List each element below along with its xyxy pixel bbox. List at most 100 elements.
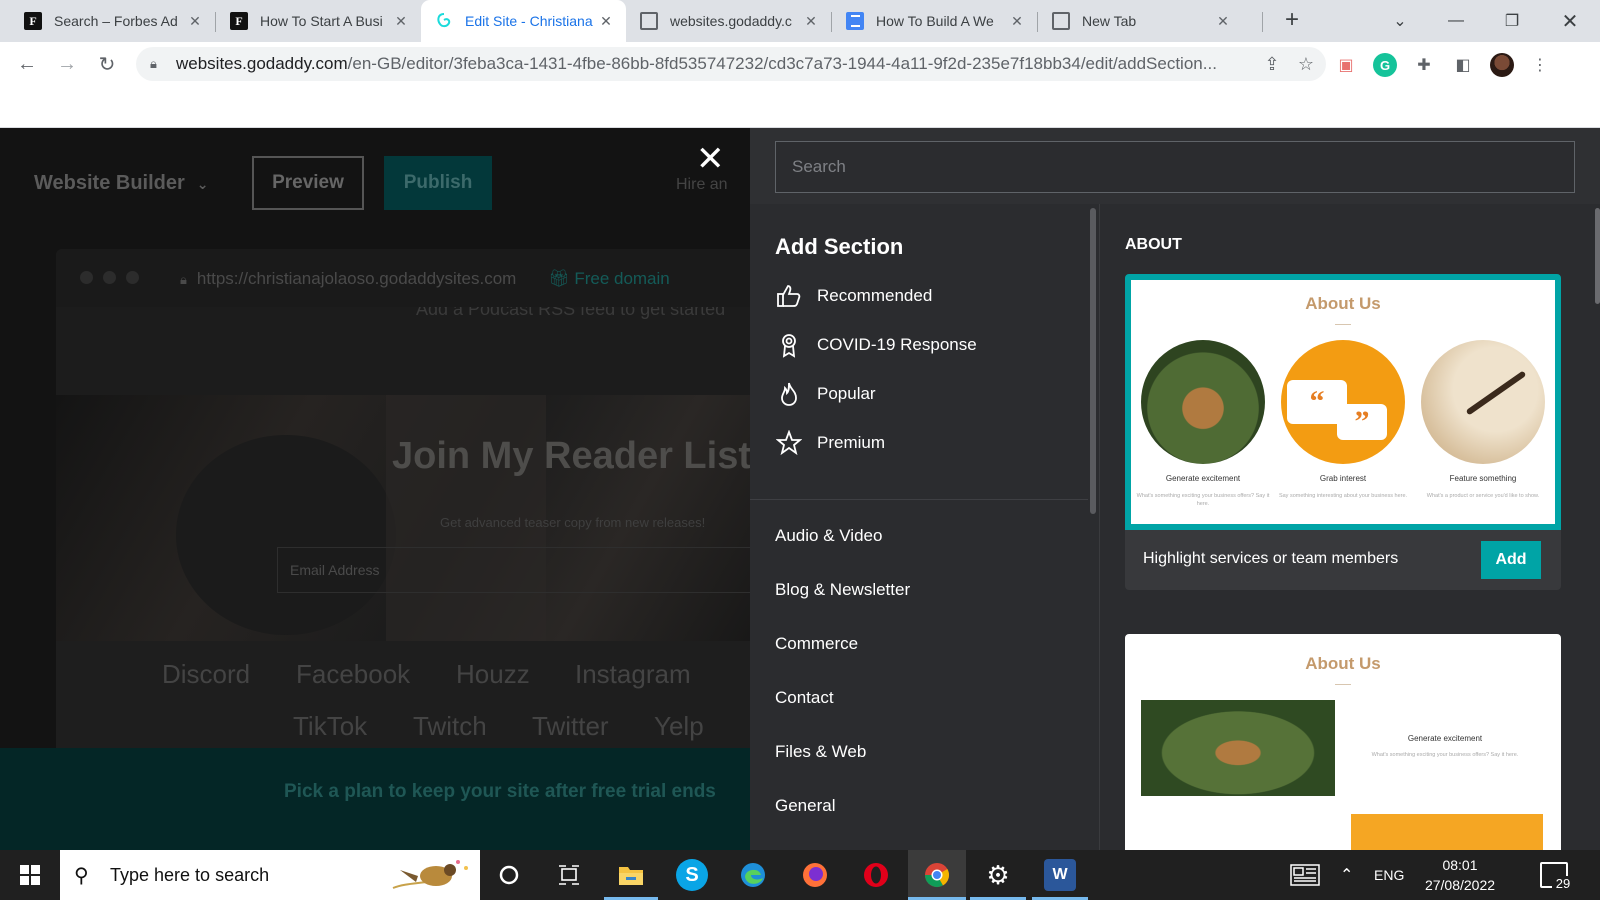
social-link[interactable]: Twitter xyxy=(532,711,609,742)
category-scrollbar[interactable] xyxy=(1090,208,1096,514)
website-builder-menu[interactable]: Website Builder ⌄ xyxy=(34,172,209,195)
reload-icon[interactable]: ↻ xyxy=(93,50,121,78)
card-footer: Highlight services or team members Add xyxy=(1125,530,1561,590)
clock[interactable]: 08:01 27/08/2022 xyxy=(1410,855,1510,895)
close-window-icon[interactable]: ✕ xyxy=(1542,0,1598,42)
close-icon[interactable]: ✕ xyxy=(696,142,725,176)
item-desc: What's something exciting your business … xyxy=(1371,752,1519,758)
edge-icon[interactable] xyxy=(737,859,769,891)
social-link[interactable]: Facebook xyxy=(296,659,410,690)
tab-edit-site[interactable]: Edit Site - Christiana ✕ xyxy=(421,0,626,42)
search-highlight-bird-icon xyxy=(392,860,468,889)
category-commerce[interactable]: Commerce xyxy=(775,629,858,659)
category-files-web[interactable]: Files & Web xyxy=(775,737,866,767)
tab-godaddy-websites[interactable]: websites.godaddy.c ✕ xyxy=(626,0,831,42)
address-bar[interactable]: 🔒︎ websites.godaddy.com/en-GB/editor/3fe… xyxy=(136,47,1326,81)
item-label: Generate excitement xyxy=(1407,734,1483,743)
search-input[interactable]: Search xyxy=(775,141,1575,193)
thumbs-up-icon xyxy=(775,282,803,310)
about-template-card-2[interactable]: About Us Generate excitement What's some… xyxy=(1125,634,1561,850)
language-indicator[interactable]: ENG xyxy=(1374,850,1404,900)
new-tab-plus-icon[interactable]: + xyxy=(1280,8,1304,33)
extension-icon[interactable]: ▣ xyxy=(1334,53,1358,77)
category-covid[interactable]: COVID-19 Response xyxy=(775,330,977,360)
firefox-icon[interactable] xyxy=(799,859,831,891)
preview-button[interactable]: Preview xyxy=(252,156,364,210)
social-link[interactable]: Discord xyxy=(162,659,250,690)
tab-title: websites.godaddy.c xyxy=(670,13,792,29)
close-tab-icon[interactable]: ✕ xyxy=(391,11,411,31)
category-general[interactable]: General xyxy=(775,791,835,821)
back-arrow-icon[interactable]: ← xyxy=(13,50,41,78)
tab-search-chevron-icon[interactable]: ⌄ xyxy=(1372,0,1428,42)
orange-image-block xyxy=(1351,814,1543,850)
skype-icon[interactable]: S xyxy=(676,859,708,891)
grammarly-icon[interactable]: G xyxy=(1373,53,1397,77)
social-link[interactable]: TikTok xyxy=(293,711,367,742)
close-tab-icon[interactable]: ✕ xyxy=(596,11,616,31)
share-icon[interactable]: ⇪ xyxy=(1258,54,1286,75)
category-contact[interactable]: Contact xyxy=(775,683,834,713)
about-template-card[interactable]: About Us “ ” Generate excitement Grab in… xyxy=(1125,274,1561,530)
restore-icon[interactable]: ❐ xyxy=(1484,0,1540,42)
url-text[interactable]: websites.godaddy.com/en-GB/editor/3feba3… xyxy=(176,54,1258,74)
close-tab-icon[interactable]: ✕ xyxy=(185,11,205,31)
opera-icon[interactable] xyxy=(860,859,892,891)
free-domain-link[interactable]: 🎁︎ Free domain xyxy=(548,269,670,289)
star-icon xyxy=(775,429,803,457)
tab-forbes-article[interactable]: F How To Start A Busi ✕ xyxy=(216,0,421,42)
close-tab-icon[interactable]: ✕ xyxy=(1213,11,1233,31)
ribbon-icon xyxy=(775,331,803,359)
close-tab-icon[interactable]: ✕ xyxy=(1007,11,1027,31)
category-recommended[interactable]: Recommended xyxy=(775,281,932,311)
social-link[interactable]: Houzz xyxy=(456,659,530,690)
publish-button[interactable]: Publish xyxy=(384,156,492,210)
taskbar-search[interactable]: ⚲ Type here to search xyxy=(60,850,480,900)
search-icon: ⚲ xyxy=(74,864,89,887)
file-explorer-icon[interactable] xyxy=(615,859,647,891)
card-title: About Us xyxy=(1305,654,1381,673)
task-view-icon[interactable] xyxy=(553,859,585,891)
cortana-circle-icon[interactable] xyxy=(493,859,525,891)
tab-new-tab[interactable]: New Tab ✕ xyxy=(1038,0,1243,42)
tab-forbes-search[interactable]: F Search – Forbes Ad ✕ xyxy=(10,0,215,42)
profile-avatar[interactable] xyxy=(1490,53,1514,77)
trial-banner-text[interactable]: Pick a plan to keep your site after free… xyxy=(284,781,716,803)
word-icon[interactable]: W xyxy=(1044,859,1076,891)
email-field[interactable]: Email Address xyxy=(277,547,750,593)
search-placeholder: Type here to search xyxy=(110,864,270,885)
settings-gear-icon[interactable]: ⚙ xyxy=(982,859,1014,891)
url-host: websites.godaddy.com xyxy=(176,54,348,73)
more-menu-icon[interactable]: ⋮ xyxy=(1528,53,1552,77)
puzzle-extensions-icon[interactable]: ✚ xyxy=(1412,53,1436,77)
social-link[interactable]: Instagram xyxy=(575,659,691,690)
category-premium[interactable]: Premium xyxy=(775,428,885,458)
tab-title: Search – Forbes Ad xyxy=(54,13,178,29)
item-label: Feature something xyxy=(1449,474,1517,483)
title-rule xyxy=(1335,324,1351,325)
tab-title: Edit Site - Christiana xyxy=(465,13,593,29)
add-section-button[interactable]: Add xyxy=(1481,541,1541,579)
close-tab-icon[interactable]: ✕ xyxy=(801,11,821,31)
preview-scrollbar[interactable] xyxy=(1595,208,1600,304)
bookmark-star-icon[interactable]: ☆ xyxy=(1292,54,1320,75)
windows-start-icon[interactable] xyxy=(20,865,40,885)
category-popular[interactable]: Popular xyxy=(775,379,876,409)
forward-arrow-icon[interactable]: → xyxy=(53,50,81,78)
category-blog-newsletter[interactable]: Blog & Newsletter xyxy=(775,575,910,605)
category-audio-video[interactable]: Audio & Video xyxy=(775,521,882,551)
side-panel-icon[interactable]: ◧ xyxy=(1451,53,1475,77)
category-list: Add Section Recommended COVID-19 Respons… xyxy=(750,204,1100,850)
minimize-icon[interactable]: — xyxy=(1428,0,1484,42)
hire-link[interactable]: Hire an xyxy=(676,176,728,194)
news-widget-icon[interactable] xyxy=(1290,850,1320,900)
browser-toolbar: ← → ↻ 🔒︎ websites.godaddy.com/en-GB/edit… xyxy=(0,42,1600,86)
social-link[interactable]: Yelp xyxy=(654,711,704,742)
tray-chevron-up-icon[interactable]: ⌃ xyxy=(1340,850,1353,900)
free-domain-text: Free domain xyxy=(574,269,670,288)
tab-strip: F Search – Forbes Ad ✕ F How To Start A … xyxy=(0,0,1600,42)
forbes-f-icon: F xyxy=(24,12,42,30)
tab-how-to-build[interactable]: How To Build A We ✕ xyxy=(832,0,1037,42)
chrome-icon[interactable] xyxy=(921,859,953,891)
social-link[interactable]: Twitch xyxy=(413,711,487,742)
